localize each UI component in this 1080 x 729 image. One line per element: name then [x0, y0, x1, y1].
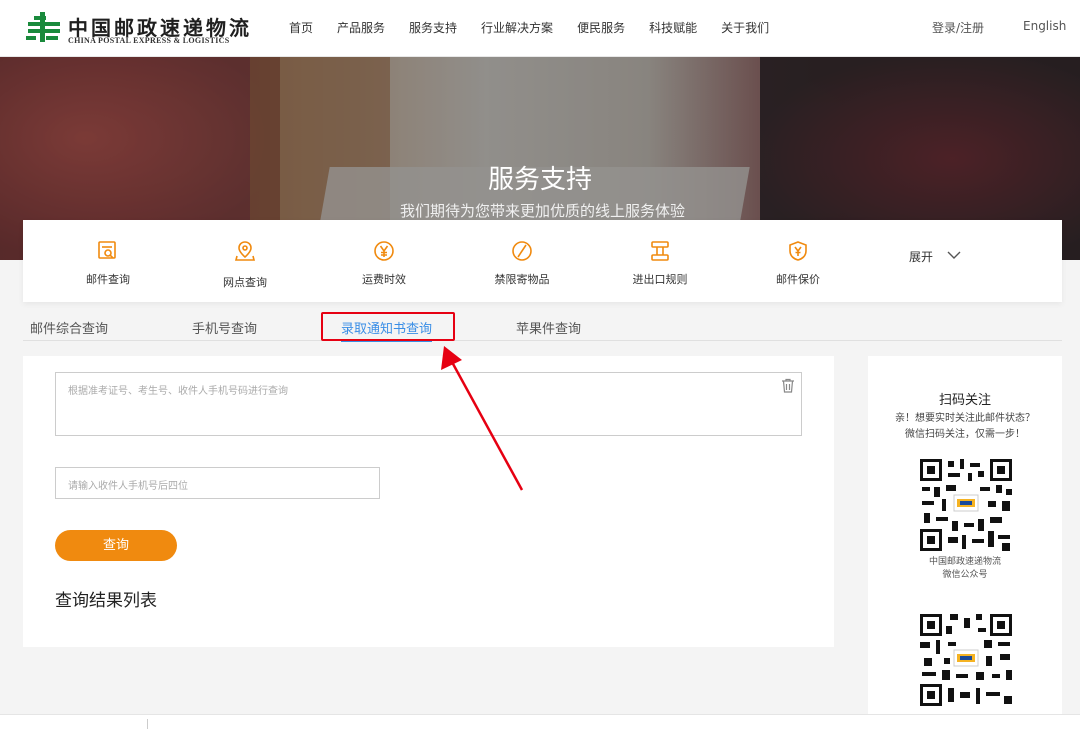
china-post-logo-icon — [26, 12, 60, 42]
sidebar-desc-line2: 微信扫码关注，仅需一步！ — [905, 429, 1025, 440]
tab-comprehensive-query[interactable]: 邮件综合查询 — [30, 318, 108, 337]
qr1-caption-line1: 中国邮政速递物流 — [928, 557, 1001, 567]
service-mail-query[interactable]: 邮件查询 — [63, 240, 153, 287]
chevron-down-icon — [947, 251, 961, 259]
footer-divider — [147, 719, 148, 729]
service-prohibited-items[interactable]: 禁限寄物品 — [477, 240, 567, 287]
result-list-title: 查询结果列表 — [55, 591, 157, 611]
china-post-logo[interactable]: 中国邮政速递物流 CHINA POSTAL EXPRESS & LOGISTIC… — [26, 8, 249, 48]
annotation-highlight-box — [321, 312, 455, 341]
nav-home[interactable]: 首页 — [289, 19, 313, 36]
expand-services-button[interactable]: 展开 — [909, 248, 961, 265]
mail-search-icon — [98, 241, 116, 259]
rules-icon — [651, 241, 669, 261]
nav-industry-solutions[interactable]: 行业解决方案 — [481, 19, 553, 36]
query-tabs: 邮件综合查询 手机号查询 录取通知书查询 苹果件查询 — [23, 312, 1062, 342]
sidebar-description: 亲！想要实时关注此邮件状态？ 微信扫码关注，仅需一步！ — [868, 411, 1062, 443]
sidebar-title: 扫码关注 — [938, 393, 991, 408]
service-shortcut-bar: 邮件查询 网点查询 运费时效 禁限寄物品 进出口规则 邮件保价 展开 — [23, 220, 1062, 302]
phone-last4-input[interactable]: 请输入收件人手机号后四位 — [55, 467, 380, 499]
qr1-caption-line2: 微信公众号 — [942, 570, 988, 580]
service-label: 禁限寄物品 — [494, 273, 550, 286]
logo-english-name: CHINA POSTAL EXPRESS & LOGISTICS — [68, 36, 230, 45]
service-mail-insurance[interactable]: 邮件保价 — [753, 240, 843, 287]
wechat-qr-code — [918, 457, 1014, 553]
app-qr-code — [918, 612, 1014, 708]
nav-convenience-services[interactable]: 便民服务 — [577, 19, 625, 36]
tab-phone-query[interactable]: 手机号查询 — [192, 318, 257, 337]
prohibited-icon — [512, 241, 532, 261]
site-header: 中国邮政速递物流 CHINA POSTAL EXPRESS & LOGISTIC… — [0, 0, 1080, 57]
trash-icon[interactable] — [781, 378, 795, 393]
service-label: 进出口规则 — [632, 273, 688, 286]
shield-yen-icon — [789, 241, 807, 261]
tab-apple-item-query[interactable]: 苹果件查询 — [516, 318, 581, 337]
input-placeholder: 请输入收件人手机号后四位 — [68, 481, 188, 492]
service-label: 邮件保价 — [776, 273, 820, 286]
nav-service-support[interactable]: 服务支持 — [409, 19, 457, 36]
nav-technology[interactable]: 科技赋能 — [649, 19, 697, 36]
language-switch-link[interactable]: English — [1023, 19, 1066, 33]
textarea-placeholder: 根据准考证号、考生号、收件人手机号码进行查询 — [68, 386, 288, 397]
qr1-caption: 中国邮政速递物流 微信公众号 — [868, 556, 1062, 582]
service-label: 运费时效 — [362, 273, 406, 286]
banner-subtitle: 我们期待为您带来更加优质的线上服务体验 — [399, 202, 685, 220]
expand-label: 展开 — [909, 250, 934, 264]
service-freight-time[interactable]: 运费时效 — [339, 240, 429, 287]
yen-coin-icon — [374, 241, 394, 261]
location-pin-icon — [234, 241, 256, 261]
sidebar-desc-line1: 亲！想要实时关注此邮件状态？ — [895, 413, 1035, 424]
service-import-export-rules[interactable]: 进出口规则 — [615, 240, 705, 287]
qr-follow-sidebar: 扫码关注 亲！想要实时关注此邮件状态？ 微信扫码关注，仅需一步！ 中国邮政速递物… — [868, 356, 1062, 714]
query-panel: 根据准考证号、考生号、收件人手机号码进行查询 请输入收件人手机号后四位 查询 查… — [23, 356, 834, 647]
nav-about-us[interactable]: 关于我们 — [721, 19, 769, 36]
service-label: 邮件查询 — [86, 273, 130, 286]
tracking-number-textarea[interactable]: 根据准考证号、考生号、收件人手机号码进行查询 — [55, 372, 802, 436]
main-nav: 首页 产品服务 服务支持 行业解决方案 便民服务 科技赋能 关于我们 — [289, 19, 793, 36]
login-register-link[interactable]: 登录/注册 — [932, 19, 984, 36]
query-button[interactable]: 查询 — [55, 530, 177, 561]
nav-products[interactable]: 产品服务 — [337, 19, 385, 36]
service-outlet-query[interactable]: 网点查询 — [200, 240, 290, 289]
service-label: 网点查询 — [223, 276, 267, 289]
banner-title: 服务支持 — [487, 165, 592, 195]
footer-bar — [0, 714, 1080, 729]
